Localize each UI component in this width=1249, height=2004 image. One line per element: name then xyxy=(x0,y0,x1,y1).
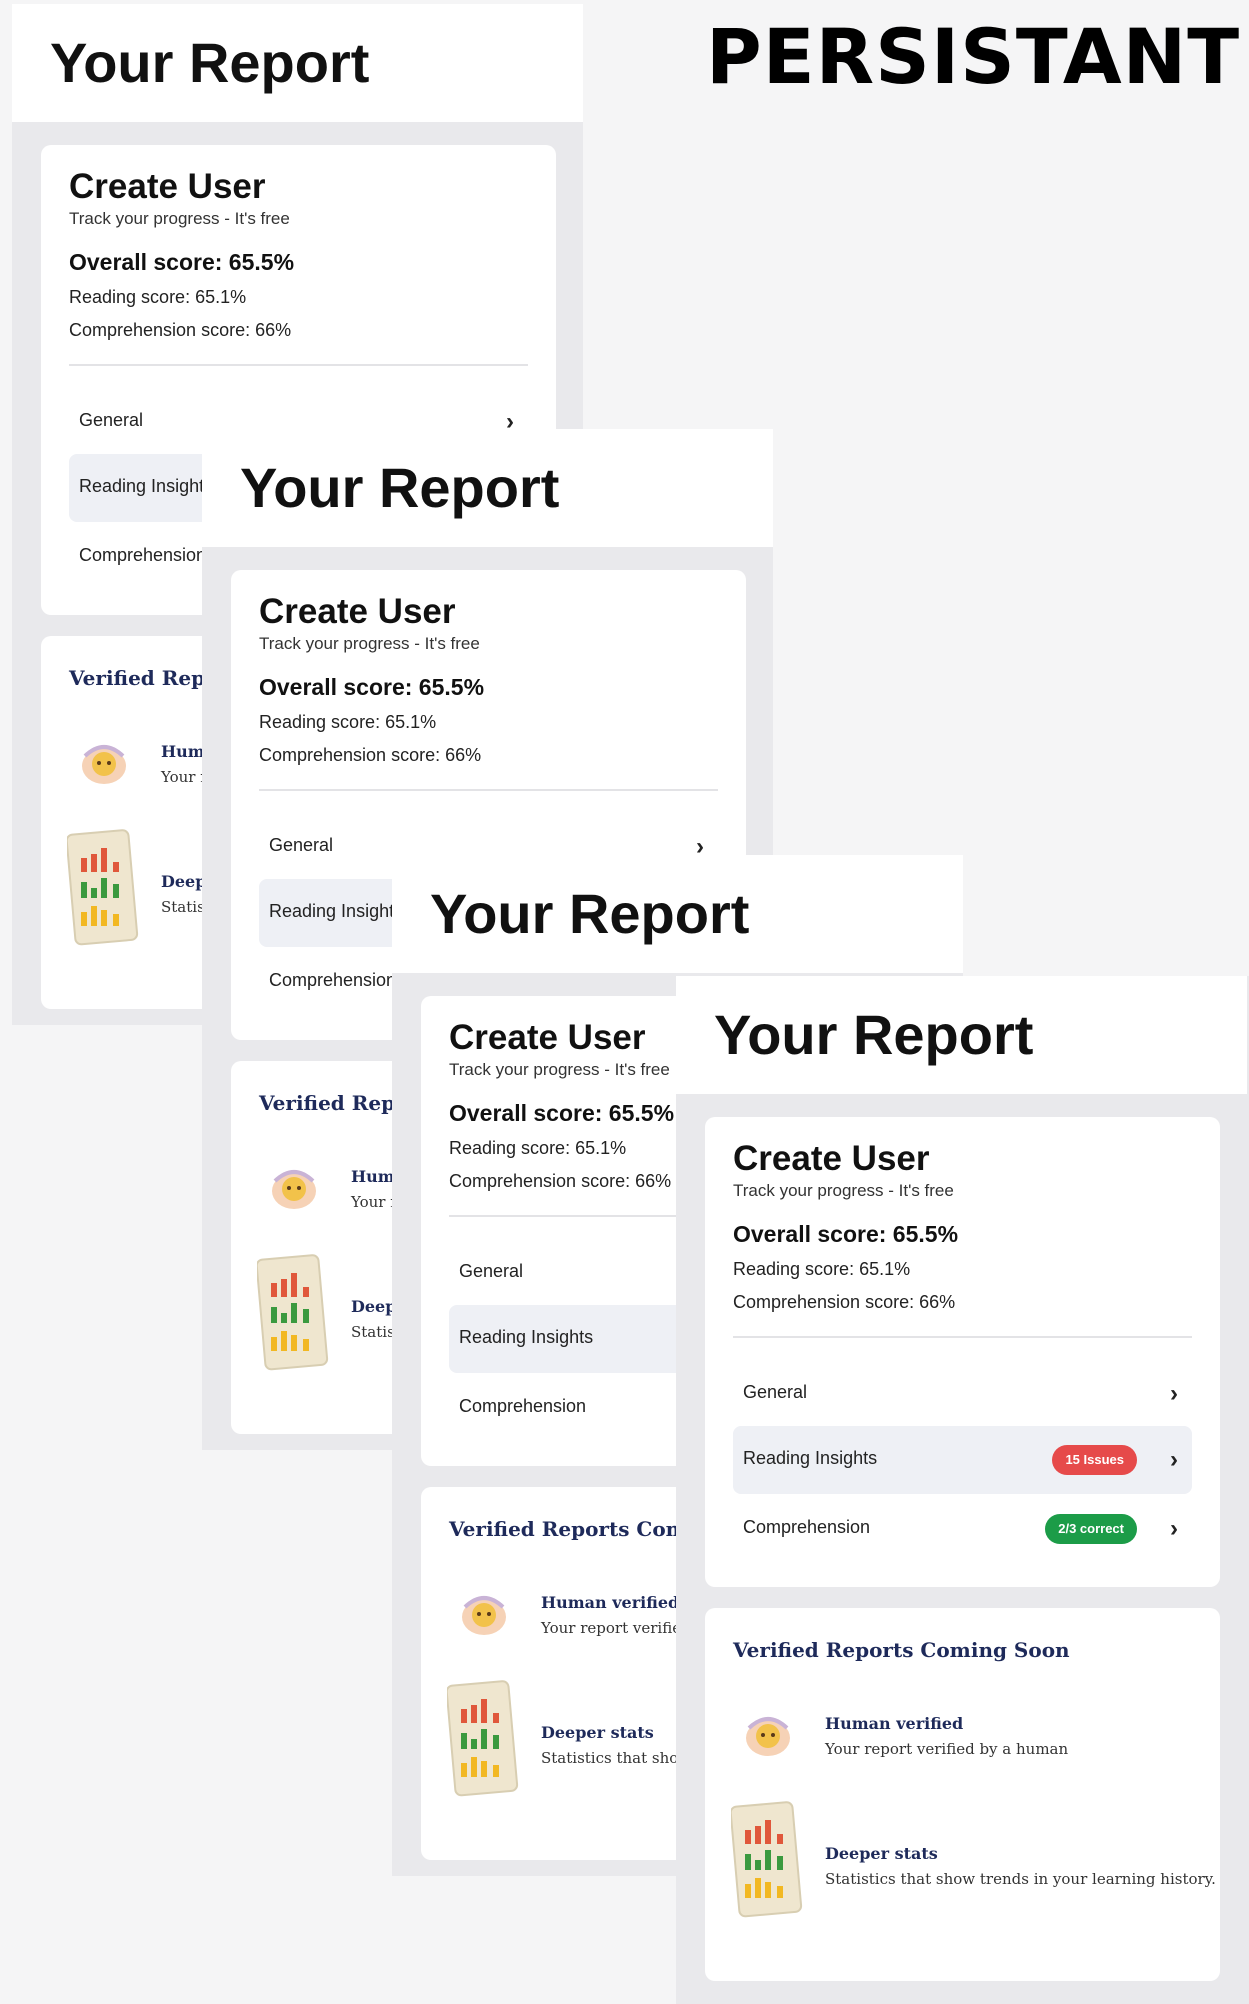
overall-score: Overall score: 65.5% xyxy=(733,1221,959,1247)
overall-score: Overall score: 65.5% xyxy=(259,674,485,700)
reading-score: Reading score: 65.1% xyxy=(259,712,437,732)
nav-label: Comprehension xyxy=(79,545,207,565)
track-progress-subtitle: Track your progress - It's free xyxy=(449,1060,670,1079)
score-card: Create User Track your progress - It's f… xyxy=(705,1117,1220,1587)
report-header: Your Report xyxy=(202,429,773,547)
nav-item-general[interactable]: General › xyxy=(733,1360,1192,1428)
nav-label: Comprehension xyxy=(459,1396,587,1416)
verified-title: Verified Reports Coming Soon xyxy=(733,1638,1070,1662)
nav-label: Comprehension xyxy=(269,970,397,990)
chevron-right-icon: › xyxy=(1170,1515,1178,1542)
nav-label: General xyxy=(79,410,144,430)
correct-badge: 2/3 correct xyxy=(1045,1514,1137,1544)
nav-label: Reading Insights xyxy=(269,901,404,921)
reading-score: Reading score: 65.1% xyxy=(733,1259,911,1279)
report-header: Your Report xyxy=(676,976,1247,1094)
stats-chart-icon xyxy=(67,829,139,946)
nav-label: General xyxy=(269,835,334,855)
deeper-stats-desc: Statistics that show trends in your lear… xyxy=(825,1870,1216,1888)
track-progress-subtitle: Track your progress - It's free xyxy=(259,634,480,653)
verified-reports-card: Verified Reports Coming Soon xyxy=(705,1608,1220,1981)
deeper-stats-title: Deeper stats xyxy=(825,1844,938,1863)
human-verified-icon xyxy=(82,745,126,784)
report-header: Your Report xyxy=(392,855,963,973)
issues-badge: 15 Issues xyxy=(1052,1445,1137,1475)
report-panel: Your Report Create User Track your progr… xyxy=(676,976,1249,2004)
reading-score: Reading score: 65.1% xyxy=(449,1138,627,1158)
nav-item-comprehension[interactable]: Comprehension 2/3 correct › xyxy=(733,1495,1192,1563)
divider xyxy=(733,1336,1192,1338)
chevron-right-icon: › xyxy=(1170,1380,1178,1407)
comprehension-score: Comprehension score: 66% xyxy=(69,320,292,340)
page-title: Your Report xyxy=(50,31,370,94)
comprehension-score: Comprehension score: 66% xyxy=(733,1292,956,1312)
nav-label: Comprehension xyxy=(743,1517,871,1537)
nav-label: Reading Insights xyxy=(79,476,214,496)
overall-score: Overall score: 65.5% xyxy=(449,1100,675,1126)
divider xyxy=(259,789,718,791)
stats-chart-icon xyxy=(257,1254,329,1371)
page-title: Your Report xyxy=(430,882,750,945)
nav-label: Reading Insights xyxy=(743,1448,878,1468)
human-verified-title: Human verified xyxy=(541,1593,680,1612)
create-user-link[interactable]: Create User xyxy=(449,1018,646,1058)
human-verified-desc: Your report verified by a human xyxy=(825,1740,1069,1758)
track-progress-subtitle: Track your progress - It's free xyxy=(733,1181,954,1200)
create-user-link[interactable]: Create User xyxy=(259,592,456,632)
human-verified-icon xyxy=(272,1170,316,1209)
nav-label: General xyxy=(743,1382,808,1402)
nav-label: Reading Insights xyxy=(459,1327,594,1347)
deeper-stats-title: Deeper stats xyxy=(541,1723,654,1742)
human-verified-title: Human verified xyxy=(825,1714,964,1733)
human-verified-icon xyxy=(746,1717,790,1756)
stats-chart-icon xyxy=(447,1680,519,1797)
page-title: Your Report xyxy=(714,1003,1034,1066)
comprehension-score: Comprehension score: 66% xyxy=(259,745,482,765)
overall-score: Overall score: 65.5% xyxy=(69,249,295,275)
create-user-link[interactable]: Create User xyxy=(733,1139,930,1179)
reading-score: Reading score: 65.1% xyxy=(69,287,247,307)
page-title: Your Report xyxy=(240,456,560,519)
chevron-right-icon: › xyxy=(1170,1446,1178,1473)
human-verified-icon xyxy=(462,1596,506,1635)
comprehension-score: Comprehension score: 66% xyxy=(449,1171,672,1191)
divider xyxy=(69,364,528,366)
persistant-banner: PERSISTANT xyxy=(706,12,1241,101)
nav-item-reading-insights[interactable]: Reading Insights 15 Issues › xyxy=(733,1426,1192,1494)
track-progress-subtitle: Track your progress - It's free xyxy=(69,209,290,228)
report-header: Your Report xyxy=(12,4,583,122)
nav-label: General xyxy=(459,1261,524,1281)
stats-chart-icon xyxy=(731,1801,803,1918)
create-user-link[interactable]: Create User xyxy=(69,167,266,207)
